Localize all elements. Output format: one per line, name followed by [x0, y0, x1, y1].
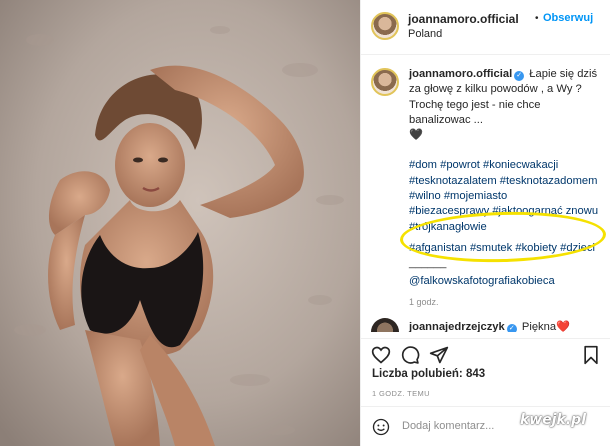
reply-author-avatar[interactable] [371, 318, 399, 332]
reply-text: Piękna❤️ [521, 321, 571, 332]
follow-button[interactable]: Obserwuj [543, 12, 593, 24]
hashtag-line[interactable]: #wilno #mojemiasto [409, 189, 605, 204]
more-dot-icon: • [535, 13, 539, 24]
hashtag-line[interactable]: #tesknotazalatem #tesknotazadomem [409, 174, 605, 189]
caption-line: Trochę tego jest - nie chce [409, 98, 541, 111]
hashtag-line[interactable]: #trójkanagłowie [409, 220, 605, 235]
post-header: joannamoro.official • Obserwuj Poland [361, 0, 610, 55]
hashtag-line[interactable]: #dom #powrot #koniecwakacji [409, 158, 605, 173]
likes-count: 843 [465, 368, 486, 380]
post-photo[interactable] [0, 0, 360, 446]
caption-line: za głowę z kilku powodów , a Wy ? [409, 83, 582, 96]
post-caption: joannamoro.official ✓ Łapie się dziś za g… [409, 67, 605, 310]
comment-icon[interactable] [400, 345, 420, 365]
post-timestamp[interactable]: 1 GODZ. TEMU [372, 389, 430, 398]
photographer-mention[interactable]: @falkowskafotografiakobieca [409, 274, 605, 289]
post-actions [360, 338, 610, 371]
paper-plane-icon[interactable] [429, 345, 449, 365]
highlighted-hashtags[interactable]: #afganistan #smutek #kobiety #dzieci [409, 241, 605, 256]
author-username[interactable]: joannamoro.official [408, 12, 519, 26]
hashtag-line[interactable]: #biezacesprawy #jaktoogarnąć znowu [409, 204, 605, 219]
caption-separator: ______ [409, 257, 447, 270]
likes-label: Liczba polubień: [372, 368, 463, 380]
reply-author[interactable]: joannajedrzejczyk [409, 321, 505, 332]
caption-author-avatar[interactable] [371, 68, 399, 96]
post-location[interactable]: Poland [408, 28, 442, 40]
caption-line: banalizowac ... [409, 113, 484, 126]
caption-author[interactable]: joannamoro.official [409, 68, 512, 80]
verified-badge-icon: ✓ [514, 71, 525, 81]
reply-comment: joannajedrzejczyk ✓ Piękna❤️ [409, 320, 605, 332]
author-avatar[interactable] [371, 12, 399, 40]
verified-badge-icon: ✓ [506, 324, 517, 332]
comments-list[interactable]: joannamoro.official ✓ Łapie się dziś za g… [361, 56, 610, 332]
likes-summary[interactable]: Liczba polubień: 843 [372, 368, 485, 380]
bookmark-icon[interactable] [582, 345, 600, 365]
caption-age: 1 godz. [409, 296, 439, 307]
kwejk-watermark: kwejk.pl [520, 412, 586, 428]
heart-icon[interactable] [371, 345, 391, 365]
black-heart-emoji: 🖤 [409, 129, 423, 142]
photo-illustration [0, 0, 360, 446]
emoji-icon[interactable] [372, 418, 390, 436]
caption-line: Łapie się dziś [529, 68, 598, 80]
